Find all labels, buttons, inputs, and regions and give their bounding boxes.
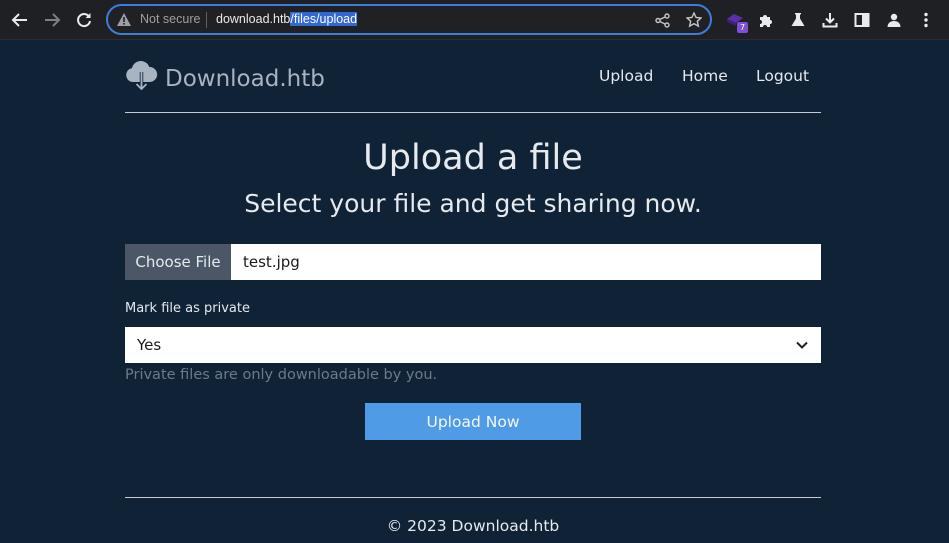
star-icon[interactable] bbox=[685, 11, 703, 29]
header-divider bbox=[125, 112, 821, 113]
extension-badge: 7 bbox=[737, 22, 748, 33]
sidepanel-icon[interactable] bbox=[851, 9, 873, 31]
share-icon[interactable] bbox=[653, 11, 671, 29]
profile-icon[interactable] bbox=[883, 9, 905, 31]
reload-icon[interactable] bbox=[70, 6, 98, 34]
warning-icon bbox=[117, 13, 131, 31]
file-input[interactable]: Choose File test.jpg bbox=[125, 244, 821, 280]
brand-name: Download.htb bbox=[165, 65, 325, 92]
page-subtitle: Select your file and get sharing now. bbox=[244, 189, 702, 218]
address-separator bbox=[206, 12, 207, 28]
forward-arrow-icon[interactable] bbox=[38, 6, 66, 34]
flask-icon[interactable] bbox=[787, 9, 809, 31]
upload-now-button[interactable]: Upload Now bbox=[365, 403, 581, 440]
chevron-down-icon bbox=[795, 338, 809, 356]
private-select-value: Yes bbox=[137, 336, 162, 354]
nav-home-link[interactable]: Home bbox=[682, 67, 728, 85]
url-host: download.htb bbox=[216, 12, 291, 26]
footer-copyright: © 2023 Download.htb bbox=[386, 517, 560, 535]
more-menu-icon[interactable] bbox=[915, 9, 937, 31]
url-path-selected: /files/upload bbox=[290, 12, 358, 26]
back-arrow-icon[interactable] bbox=[6, 6, 34, 34]
private-select[interactable]: Yes bbox=[125, 327, 821, 363]
nav-upload-link[interactable]: Upload bbox=[599, 67, 653, 85]
brand-link[interactable]: Download.htb bbox=[125, 60, 325, 97]
url-text[interactable]: download.htb/files/upload bbox=[216, 12, 358, 26]
address-bar[interactable]: Not secure download.htb/files/upload bbox=[106, 4, 712, 35]
cloud-download-icon bbox=[125, 60, 158, 97]
security-label[interactable]: Not secure bbox=[140, 12, 200, 26]
puzzle-icon[interactable] bbox=[755, 9, 777, 31]
selected-file-name: test.jpg bbox=[243, 253, 300, 271]
nav-logout-link[interactable]: Logout bbox=[756, 67, 809, 85]
download-icon[interactable] bbox=[819, 9, 841, 31]
private-help-text: Private files are only downloadable by y… bbox=[125, 367, 438, 383]
choose-file-button[interactable]: Choose File bbox=[125, 244, 231, 280]
browser-toolbar: Not secure download.htb/files/upload 7 bbox=[0, 0, 949, 40]
private-label: Mark file as private bbox=[125, 301, 250, 316]
footer-divider bbox=[125, 497, 821, 498]
page-title: Upload a file bbox=[363, 138, 583, 178]
